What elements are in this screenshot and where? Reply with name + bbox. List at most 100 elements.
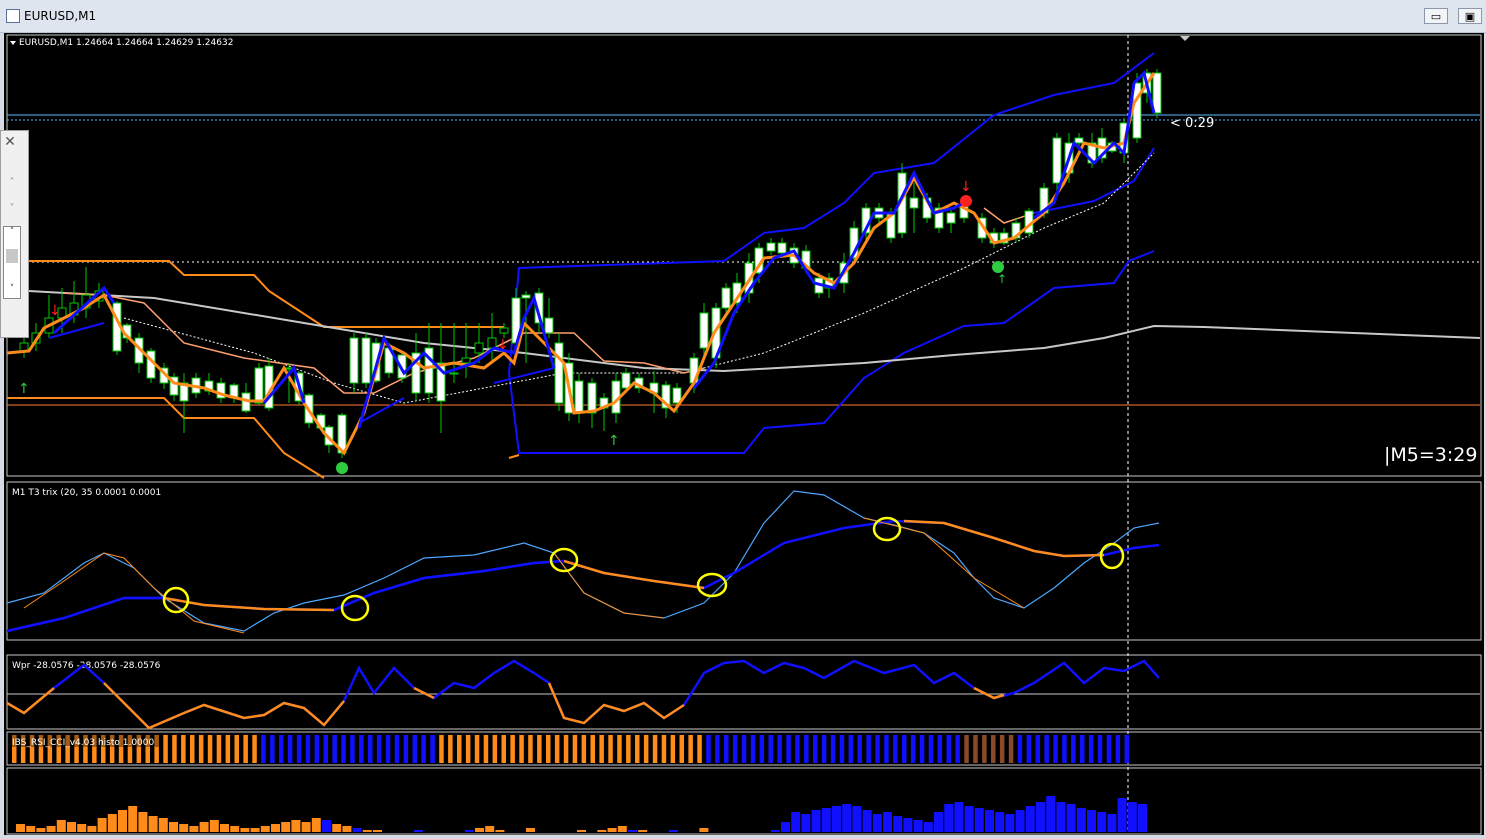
histogram-bar	[87, 826, 97, 832]
histogram-bar	[250, 828, 260, 832]
ibs-bar	[501, 735, 506, 763]
ibs-bar	[937, 735, 943, 763]
ibs-bar	[679, 735, 684, 763]
side-scrollbar[interactable]: ˄ ˅	[3, 226, 21, 299]
histogram-bar	[1087, 810, 1096, 832]
ibs-bar	[724, 735, 729, 763]
minimize-button[interactable]: ▭	[1424, 8, 1448, 24]
ibs-bar	[715, 735, 720, 763]
bear-candle	[361, 337, 371, 384]
histogram-bar	[1056, 802, 1066, 832]
bull-candle	[474, 342, 484, 354]
ibs-bar	[483, 735, 489, 763]
ibs-bar	[581, 735, 587, 763]
histogram-bar	[617, 826, 627, 832]
sell-arrow-icon: ↓	[960, 179, 972, 195]
histogram-bar	[597, 830, 607, 832]
histogram-bar	[954, 802, 964, 832]
histogram-bar	[322, 820, 331, 832]
ibs-bar	[626, 735, 631, 763]
ibs-bar	[207, 735, 213, 763]
wpr-line-orange-1	[6, 687, 55, 715]
orange-channel-lower	[7, 397, 325, 479]
trix-signal-orange-3	[863, 517, 1025, 609]
bear-candle	[1152, 72, 1162, 114]
ibs-bar	[572, 735, 578, 763]
histogram-bar	[495, 830, 505, 832]
trix-signal-orange	[23, 552, 245, 634]
histogram-bar	[301, 822, 311, 832]
ibs-bar	[1017, 735, 1023, 763]
ibs-bar	[1115, 735, 1121, 763]
wpr-panel-frame	[6, 654, 1482, 730]
histogram-bar	[1138, 804, 1147, 832]
ibs-bar	[1044, 735, 1049, 763]
histogram-bar	[770, 830, 780, 832]
shift-marker-icon[interactable]	[1180, 36, 1190, 41]
histogram-bar	[1025, 806, 1035, 832]
histogram-bar	[862, 810, 872, 832]
histogram-bar	[832, 806, 841, 832]
histogram-bar	[475, 828, 484, 832]
ibs-bar	[768, 735, 773, 763]
ibs-bar	[172, 735, 177, 763]
ibs-bar	[821, 735, 827, 763]
chart-area[interactable]: ↑ ↑ ↓ ↓ ↓ ↑ EURUSD,M1 1.24664 1.24664 1.…	[4, 33, 1484, 835]
bear-candle	[449, 372, 459, 375]
histogram-bar	[138, 812, 148, 832]
ibs-bar	[394, 735, 400, 763]
ibs-bar	[305, 735, 311, 763]
ibs-bar	[795, 735, 800, 763]
ibs-bar	[359, 735, 364, 763]
close-icon[interactable]: ✕	[3, 135, 17, 149]
ibs-bar	[376, 735, 382, 763]
ibs-bar	[163, 735, 168, 763]
histogram-bar	[128, 806, 138, 832]
ibs-bar	[181, 735, 186, 763]
ibs-bar	[893, 735, 898, 763]
histogram-bar	[209, 820, 219, 832]
side-panel[interactable]: ✕ ˄ ˅ ˄ ˅	[0, 130, 29, 338]
ibs-bar	[1080, 735, 1085, 763]
histogram-bar	[1097, 812, 1107, 832]
bear-candle	[554, 342, 564, 404]
histogram-bar	[311, 818, 321, 832]
histogram-bar	[1107, 814, 1117, 832]
ibs-bar	[563, 735, 569, 763]
ibs-bar	[439, 735, 444, 763]
chevron-up-icon[interactable]: ˄	[4, 177, 20, 191]
buy-signal-icon	[336, 462, 348, 474]
candles-group	[19, 69, 1162, 458]
bear-candle	[544, 317, 554, 334]
maximize-button[interactable]: ▣	[1458, 8, 1482, 24]
chevron-up-icon[interactable]: ˄	[4, 227, 20, 241]
histogram-bar	[974, 808, 984, 832]
bull-candle	[499, 327, 509, 334]
bottom-histogram	[16, 796, 1147, 832]
histogram-bar	[801, 814, 811, 832]
scroll-thumb[interactable]	[6, 249, 18, 263]
chart-canvas[interactable]: ↑ ↑ ↓ ↓ ↓ ↑ EURUSD,M1 1.24664 1.24664 1.…	[4, 33, 1484, 835]
bear-candle	[909, 197, 919, 209]
histogram-bar	[77, 824, 87, 832]
ibs-bar	[866, 735, 871, 763]
ibs-bar	[546, 735, 551, 763]
bear-candle	[946, 212, 956, 224]
histogram-bar	[97, 818, 107, 832]
panel-collapse-icon[interactable]	[10, 41, 16, 45]
histogram-bar	[872, 814, 882, 832]
histogram-bar	[944, 804, 954, 832]
ibs-bar	[599, 735, 604, 763]
chevron-down-icon[interactable]: ˅	[4, 284, 20, 298]
ibs-bar	[590, 735, 595, 763]
ibs-bar	[270, 735, 275, 763]
window-titlebar: EURUSD,M1 ▭ ▣	[0, 0, 1486, 33]
ibs-bar	[519, 735, 524, 763]
chevron-down-icon[interactable]: ˅	[4, 203, 20, 217]
ibs-bar	[368, 735, 373, 763]
ibs-bar	[350, 735, 355, 763]
ibs-bar	[1035, 735, 1040, 763]
histogram-bar	[260, 826, 270, 832]
histogram-bar	[811, 810, 821, 832]
blue-ma-mid2	[493, 367, 555, 384]
